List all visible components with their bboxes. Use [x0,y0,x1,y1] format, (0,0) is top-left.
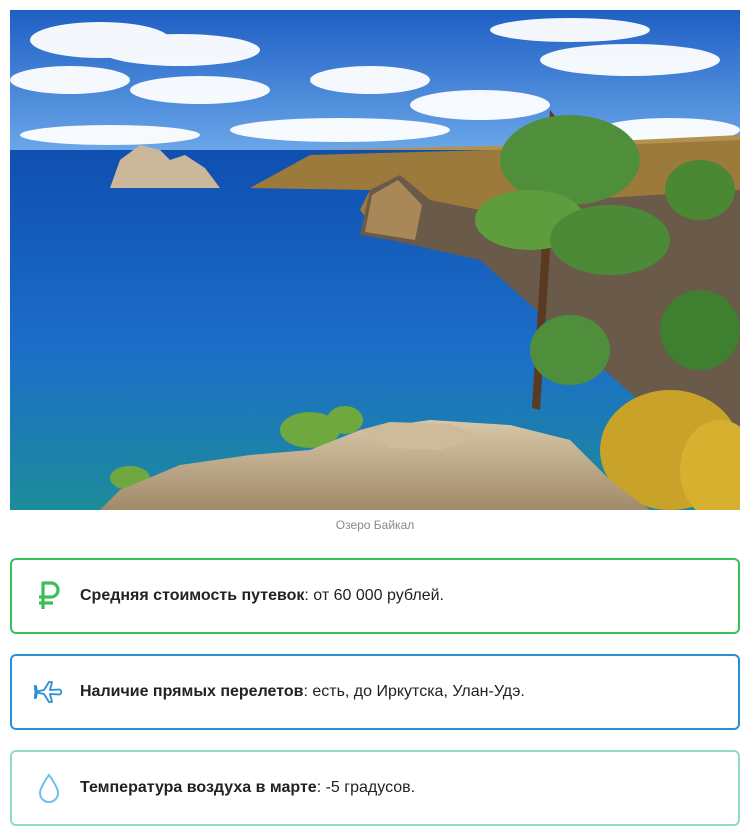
lake-baikal-photo [10,10,740,510]
temperature-info-value: -5 градусов. [321,778,416,796]
ruble-icon [34,581,64,611]
price-info-value: от 60 000 рублей. [308,586,444,604]
price-info-text: Средняя стоимость путевок: от 60 000 руб… [80,586,444,607]
flight-info-value: есть, до Иркутска, Улан-Удэ. [307,682,525,700]
flight-info-card: Наличие прямых перелетов: есть, до Иркут… [10,654,740,730]
price-info-label: Средняя стоимость путевок [80,586,305,604]
flight-info-text: Наличие прямых перелетов: есть, до Иркут… [80,682,525,703]
temperature-info-card: Температура воздуха в марте: -5 градусов… [10,750,740,826]
flight-info-label: Наличие прямых перелетов [80,682,304,700]
price-info-card: Средняя стоимость путевок: от 60 000 руб… [10,558,740,634]
temperature-info-text: Температура воздуха в марте: -5 градусов… [80,778,415,799]
airplane-icon [34,677,64,707]
temperature-info-label: Температура воздуха в марте [80,778,317,796]
photo-caption: Озеро Байкал [335,518,415,532]
water-drop-icon [34,773,64,803]
